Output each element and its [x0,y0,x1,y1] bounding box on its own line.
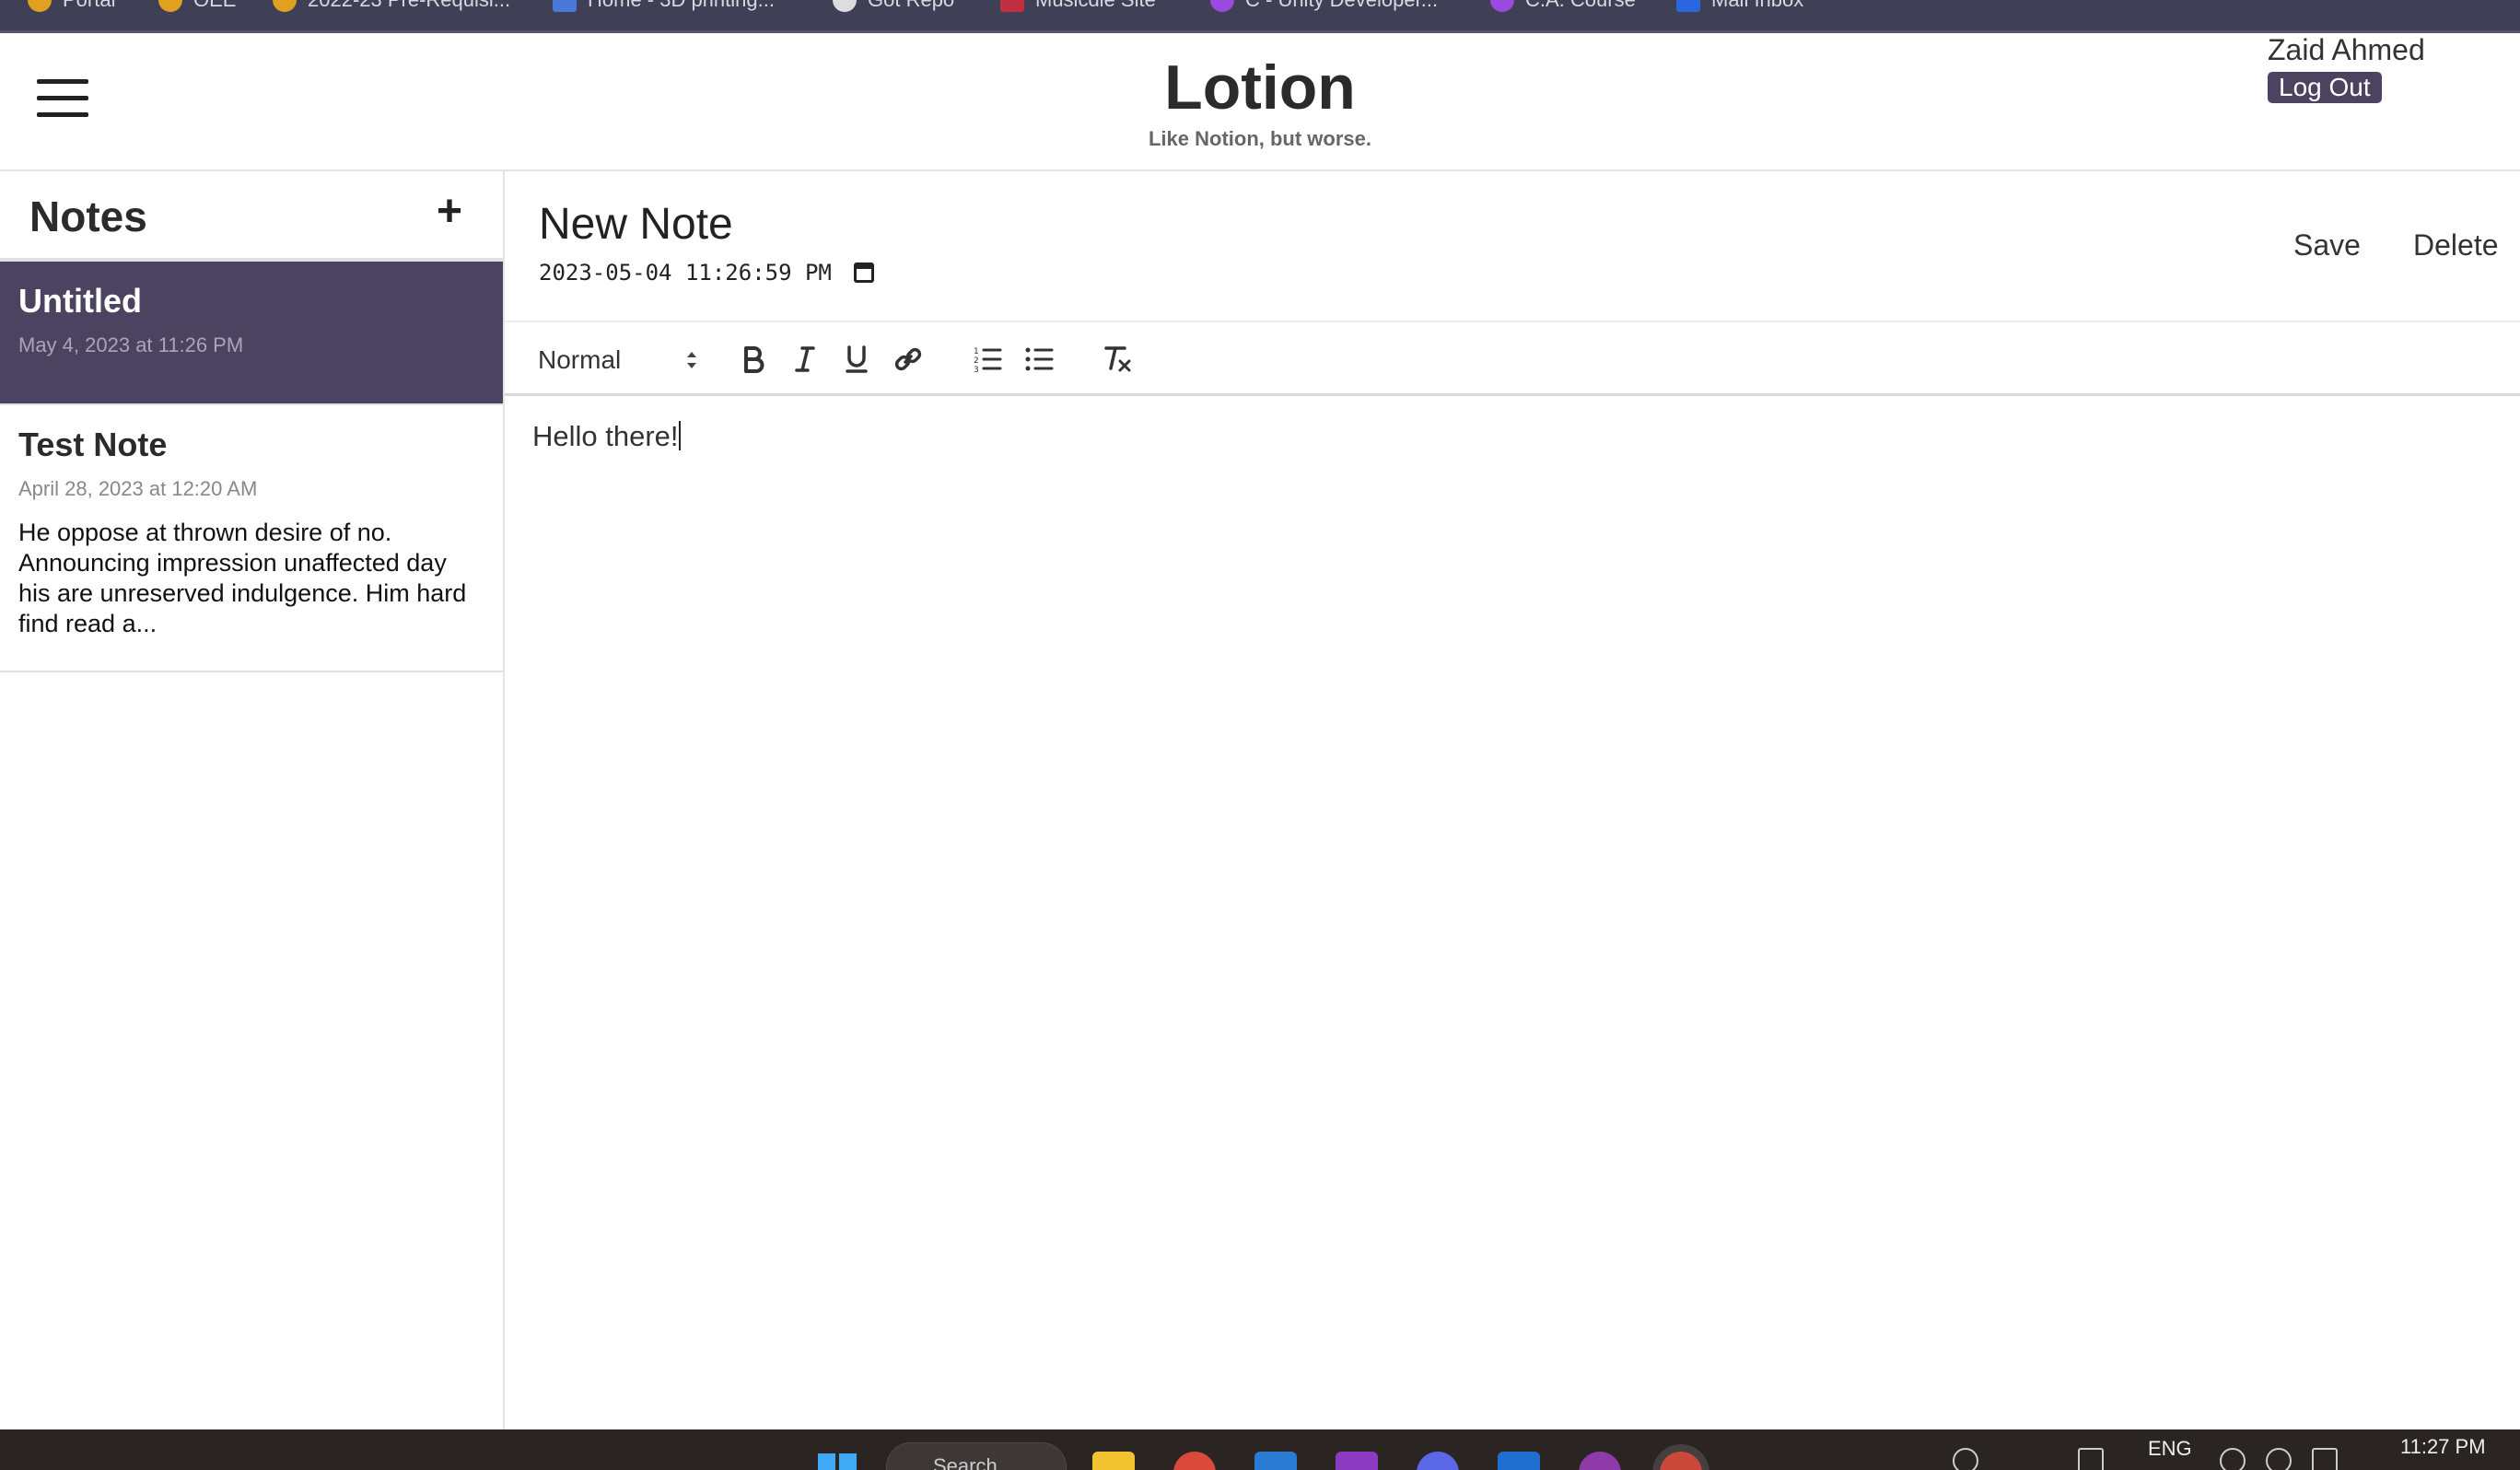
bookmark-ca-course[interactable]: C.A. Course [1490,0,1636,13]
onenote-icon[interactable] [1336,1452,1378,1470]
language-indicator[interactable]: ENG [2148,1437,2192,1461]
ordered-list-icon[interactable]: 123 [969,341,1006,378]
calendar-icon[interactable] [853,262,874,283]
battery-icon[interactable] [2312,1448,2338,1470]
svg-text:3: 3 [974,366,979,373]
app-icon [1000,0,1024,12]
chrome-active-icon[interactable] [1660,1452,1702,1470]
file-explorer-icon[interactable] [1092,1452,1135,1470]
note-datetime-value: 2023-05-04 11:26:59 PM [539,260,832,286]
updown-arrows-icon [687,352,696,368]
note-item-title: Test Note [18,426,168,463]
bookmark-musicdle[interactable]: Musicdle Site [1000,0,1156,13]
underline-icon[interactable] [838,341,875,378]
clock[interactable]: 11:27 PM [2400,1435,2486,1459]
note-datetime-input[interactable]: 2023-05-04 11:26:59 PM [539,260,874,286]
bullet-list-icon[interactable] [1021,341,1057,378]
app-tagline: Like Notion, but worse. [1148,127,1371,150]
bookmark-portal[interactable]: Portal [28,0,115,13]
taskbar: Search ENG 11:27 PM [0,1429,2520,1470]
taskbar-search-placeholder: Search [933,1454,998,1470]
circle-icon [1490,0,1514,12]
bookmark-oee[interactable]: OEE [158,0,236,13]
app-header: Lotion Like Notion, but worse. Zaid Ahme… [0,33,2520,171]
bookmark-prereq[interactable]: 2022-23 Pre-Requisi... [273,0,510,13]
note-item-date: May 4, 2023 at 11:26 PM [18,333,244,356]
clear-format-icon[interactable] [1100,341,1137,378]
sidebar-header: Notes + [0,171,503,262]
bookmarks-bar: Portal OEE 2022-23 Pre-Requisi... Home -… [0,0,2520,33]
chrome-icon[interactable] [1173,1452,1216,1470]
delete-button[interactable]: Delete [2413,228,2499,262]
text-format-select[interactable]: Normal [538,343,704,378]
refresh-icon[interactable] [1953,1448,1978,1470]
github-icon [833,0,857,12]
shield-icon [28,0,52,12]
save-button[interactable]: Save [2293,228,2361,262]
outlook-icon[interactable] [1498,1452,1540,1470]
editor-text: Hello there! [532,420,679,452]
svg-text:1: 1 [974,347,979,356]
windows-icon[interactable] [816,1452,858,1470]
italic-icon[interactable] [787,341,823,378]
volume-icon[interactable] [2266,1448,2292,1470]
text-format-value: Normal [538,345,622,374]
circle-icon [1210,0,1234,12]
app-title: Lotion [1164,52,1356,122]
link-icon[interactable] [890,341,927,378]
mail-icon [1676,0,1700,12]
editor-content[interactable]: Hello there! [532,420,681,453]
app-icon[interactable] [1579,1452,1621,1470]
add-note-button[interactable]: + [437,186,462,237]
notes-heading: Notes [29,192,147,240]
bookmark-3d-printing[interactable]: Home - 3D printing... [553,0,775,13]
wifi-icon[interactable] [2220,1448,2246,1470]
bookmark-unity[interactable]: C - Unity Developer... [1210,0,1438,13]
note-list-item-test-note[interactable]: Test Note April 28, 2023 at 12:20 AM He … [0,405,503,672]
note-editor: New Note 2023-05-04 11:26:59 PM Save Del… [505,171,2520,1429]
discord-icon[interactable] [1417,1452,1459,1470]
vscode-icon[interactable] [1254,1452,1297,1470]
keyboard-icon[interactable] [2078,1448,2104,1470]
bookmark-mail[interactable]: Mail Inbox [1676,0,1803,13]
note-list-item-untitled[interactable]: Untitled May 4, 2023 at 11:26 PM [0,262,503,405]
shield-icon [273,0,297,12]
logout-button[interactable]: Log Out [2268,72,2382,103]
notes-sidebar: Notes + Untitled May 4, 2023 at 11:26 PM… [0,171,505,1429]
text-caret [678,421,681,450]
bold-icon[interactable] [735,341,772,378]
shield-icon [158,0,182,12]
taskbar-search[interactable]: Search [886,1442,1067,1470]
note-title-input[interactable]: New Note [539,199,733,250]
note-item-title: Untitled [18,282,142,320]
page-icon [553,0,577,12]
editor-toolbar: Normal 123 [505,321,2520,396]
user-name: Zaid Ahmed [2268,33,2425,66]
bookmark-got-repo[interactable]: Got Repo [833,0,954,13]
note-item-date: April 28, 2023 at 12:20 AM [18,477,258,500]
svg-text:2: 2 [974,356,979,366]
note-item-preview: He oppose at thrown desire of no. Announ… [18,519,467,637]
